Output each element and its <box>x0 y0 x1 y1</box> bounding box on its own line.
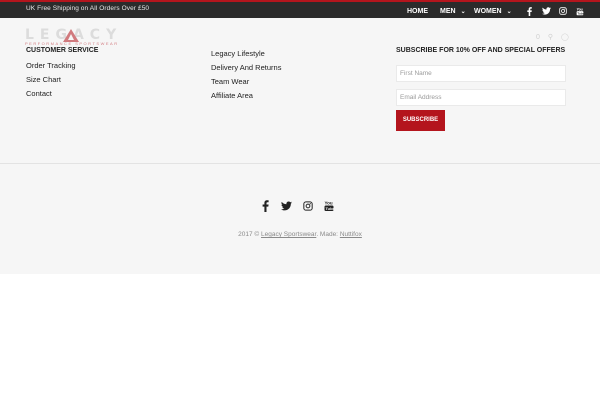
svg-text:Tube: Tube <box>325 206 334 211</box>
credits-prefix: 2017 © <box>238 231 260 238</box>
footer-col-info: Legacy Lifestyle Delivery And Returns Te… <box>211 49 281 105</box>
link-legacy-lifestyle[interactable]: Legacy Lifestyle <box>211 49 281 63</box>
logo-tagline: PERFORMANCE SPORTSWEAR <box>25 41 119 46</box>
youtube-icon[interactable]: You Tube <box>321 198 336 213</box>
link-order-tracking[interactable]: Order Tracking <box>26 61 98 75</box>
subscribe-heading: SUBSCRIBE FOR 10% OFF AND SPECIAL OFFERS <box>396 47 566 54</box>
footer-credits: 2017 © Legacy Sportswear. Made: Nuttifox <box>0 231 600 238</box>
subscribe-button[interactable]: SUBSCRIBE <box>396 110 445 131</box>
nav-men[interactable]: MEN ⌄ <box>440 4 466 18</box>
credits-middle: . Made: <box>316 231 338 238</box>
twitter-icon[interactable] <box>540 5 552 17</box>
footer-col-subscribe: SUBSCRIBE FOR 10% OFF AND SPECIAL OFFERS… <box>396 47 566 131</box>
brand-logo[interactable]: LEGACY PERFORMANCE SPORTSWEAR <box>25 27 117 49</box>
customer-service-heading: CUSTOMER SERVICE <box>26 47 99 54</box>
footer-col-customer-service: CUSTOMER SERVICE Order Tracking Size Cha… <box>26 47 98 103</box>
instagram-icon[interactable] <box>300 198 315 213</box>
top-bar: UK Free Shipping on All Orders Over £50 … <box>0 0 600 18</box>
footer-divider <box>0 163 600 164</box>
credits-brand-link[interactable]: Legacy Sportswear <box>261 231 316 238</box>
twitter-icon[interactable] <box>279 198 294 213</box>
search-icon[interactable]: ⚲ <box>548 33 553 41</box>
instagram-icon[interactable] <box>557 5 569 17</box>
chevron-down-icon: ⌄ <box>460 8 466 15</box>
nav-women[interactable]: WOMEN ⌄ <box>474 4 512 18</box>
link-size-chart[interactable]: Size Chart <box>26 75 98 89</box>
footer-social-icons: You Tube <box>258 198 342 213</box>
link-contact[interactable]: Contact <box>26 89 98 103</box>
nav-men-label: MEN <box>440 7 456 15</box>
link-affiliate-area[interactable]: Affiliate Area <box>211 91 281 105</box>
link-delivery-returns[interactable]: Delivery And Returns <box>211 63 281 77</box>
header-utility-icons: 0 ⚲ ◯ <box>528 33 569 42</box>
nav-home[interactable]: HOME <box>407 4 428 18</box>
svg-text:You: You <box>577 7 583 11</box>
top-social-icons: You Tube <box>521 5 586 17</box>
facebook-icon[interactable] <box>258 198 273 213</box>
chevron-down-icon: ⌄ <box>506 8 512 15</box>
user-icon[interactable]: ◯ <box>561 33 569 41</box>
first-name-field[interactable]: First Name <box>396 65 566 82</box>
cart-count[interactable]: 0 <box>536 34 540 41</box>
nav-women-label: WOMEN <box>474 7 502 15</box>
credits-maker-link[interactable]: Nuttifox <box>340 231 362 238</box>
email-field[interactable]: Email Address <box>396 89 566 106</box>
link-team-wear[interactable]: Team Wear <box>211 77 281 91</box>
promo-text: UK Free Shipping on All Orders Over £50 <box>26 5 150 12</box>
svg-text:Tube: Tube <box>577 11 584 15</box>
nav-home-label: HOME <box>407 7 428 15</box>
youtube-icon[interactable]: You Tube <box>574 5 586 17</box>
svg-text:You: You <box>324 200 332 205</box>
facebook-icon[interactable] <box>523 5 535 17</box>
